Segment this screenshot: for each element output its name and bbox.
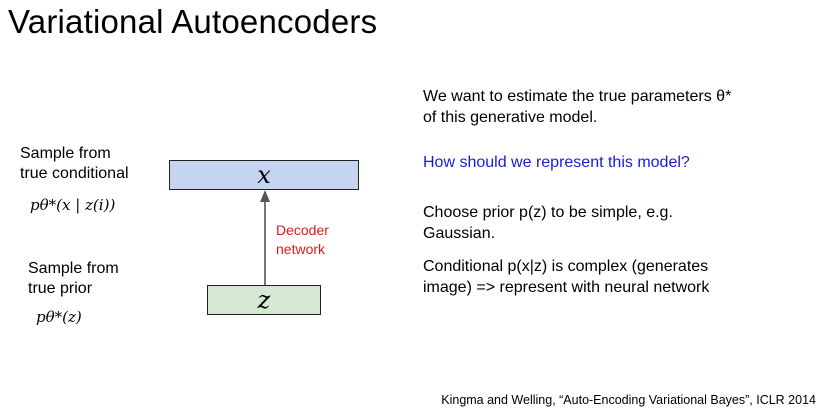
x-box: x [169, 160, 359, 190]
x-box-label: x [257, 161, 271, 189]
goal-line1: We want to estimate the true parameters … [423, 88, 732, 105]
decoder-network-label: Decoder network [276, 221, 356, 259]
conditional-formula-text: pθ*(x | z(i)) [30, 196, 116, 214]
decoder-label-line1: Decoder [276, 222, 329, 238]
conditional-paragraph: Conditional p(x|z) is complex (generates… [423, 256, 709, 298]
slide-title: Variational Autoencoders [8, 3, 378, 40]
prior-paragraph: Choose prior p(z) to be simple, e.g. Gau… [423, 202, 673, 244]
conditional-line2: image) => represent with neural network [423, 279, 710, 296]
goal-line2: of this generative model. [423, 109, 598, 126]
conditional-label: Sample from true conditional [20, 144, 129, 184]
citation: Kingma and Welling, “Auto-Encoding Varia… [441, 393, 816, 407]
prior-formula: pθ*(z) [36, 308, 82, 326]
prior-label-line1: Sample from [28, 260, 119, 277]
conditional-formula: pθ*(x | z(i)) [30, 196, 115, 214]
goal-paragraph: We want to estimate the true parameters … [423, 86, 731, 128]
prior-label: Sample from true prior [28, 259, 119, 299]
conditional-line1: Conditional p(x|z) is complex (generates [423, 258, 709, 275]
conditional-label-line2: true conditional [20, 165, 129, 182]
decoder-arrow-head [260, 190, 270, 202]
decoder-label-line2: network [276, 241, 326, 257]
z-box-label: z [257, 286, 271, 314]
z-box: z [207, 285, 321, 315]
prior-label-line2: true prior [28, 280, 93, 297]
prior-formula-text: pθ*(z) [36, 308, 82, 326]
prior-line1: Choose prior p(z) to be simple, e.g. [423, 204, 673, 221]
decoder-arrow [260, 190, 270, 285]
conditional-label-line1: Sample from [20, 145, 111, 162]
prior-line2: Gaussian. [423, 225, 496, 242]
question-text: How should we represent this model? [423, 154, 690, 171]
